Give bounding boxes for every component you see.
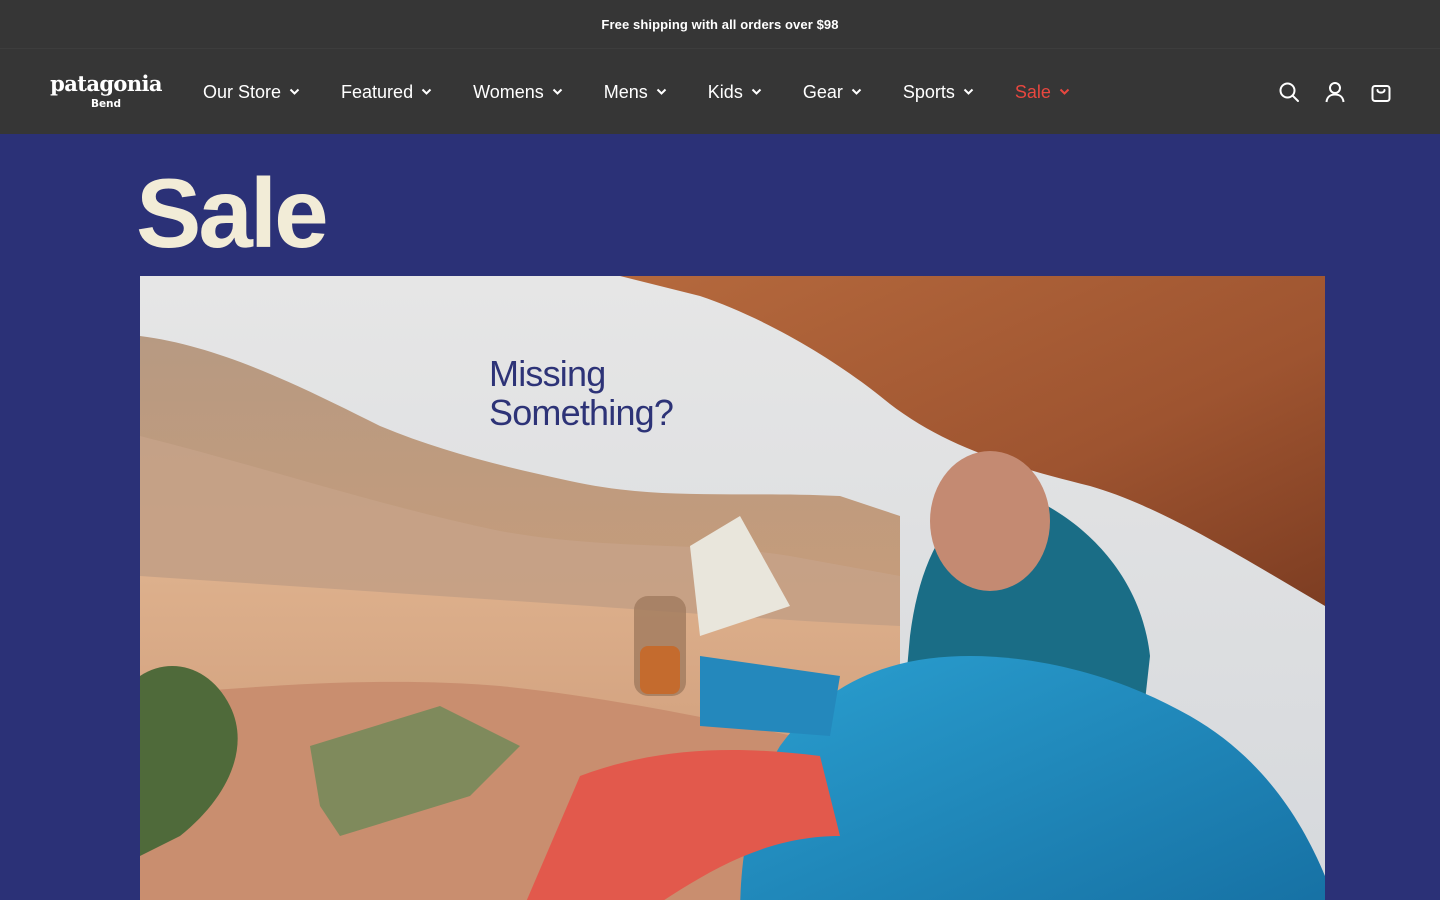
hero-headline: Missing Something? — [489, 353, 674, 433]
account-icon[interactable] — [1324, 81, 1346, 103]
nav-item-label: Featured — [341, 81, 414, 102]
site-header: patagonia Bend Our Store Featured Womens… — [0, 48, 1440, 134]
hero-banner[interactable]: Missing Something? — [140, 276, 1325, 900]
brand-location: Bend — [90, 98, 122, 110]
brand-logo[interactable]: patagonia Bend — [48, 73, 164, 113]
nav-item-mens[interactable]: Mens — [604, 82, 667, 103]
page-title: Sale — [136, 158, 329, 268]
nav-item-label: Womens — [473, 81, 544, 102]
chevron-down-icon — [751, 88, 762, 96]
nav-item-sale[interactable]: Sale — [1015, 82, 1070, 103]
nav-item-label: Kids — [707, 81, 743, 102]
nav-item-kids[interactable]: Kids — [708, 82, 762, 103]
main-content: Sale Missing Something? — [0, 134, 1440, 900]
announcement-text: Free shipping with all orders over $98 — [601, 16, 839, 32]
search-icon[interactable] — [1278, 81, 1300, 103]
nav-item-sports[interactable]: Sports — [903, 82, 974, 103]
hero-photo — [140, 276, 1325, 900]
header-actions — [1254, 49, 1392, 135]
nav-item-label: Mens — [603, 81, 648, 102]
nav-item-label: Sports — [902, 81, 955, 102]
nav-item-featured[interactable]: Featured — [341, 82, 432, 103]
chevron-down-icon — [1059, 88, 1070, 96]
brand-wordmark: patagonia — [50, 71, 162, 96]
main-nav: Our Store Featured Womens Mens Kids Gear… — [203, 49, 1111, 135]
announcement-bar: Free shipping with all orders over $98 — [0, 0, 1440, 48]
chevron-down-icon — [656, 88, 667, 96]
chevron-down-icon — [421, 88, 432, 96]
nav-item-label: Gear — [802, 81, 843, 102]
chevron-down-icon — [963, 88, 974, 96]
nav-item-womens[interactable]: Womens — [473, 82, 563, 103]
chevron-down-icon — [851, 88, 862, 96]
nav-item-gear[interactable]: Gear — [803, 82, 862, 103]
chevron-down-icon — [552, 88, 563, 96]
hero-headline-line-2: Something? — [489, 392, 674, 433]
nav-item-our-store[interactable]: Our Store — [203, 82, 300, 103]
nav-item-label: Our Store — [203, 81, 282, 102]
hero-headline-line-1: Missing — [489, 353, 606, 394]
nav-item-label: Sale — [1014, 81, 1051, 102]
cart-icon[interactable] — [1370, 81, 1392, 103]
chevron-down-icon — [289, 88, 300, 96]
